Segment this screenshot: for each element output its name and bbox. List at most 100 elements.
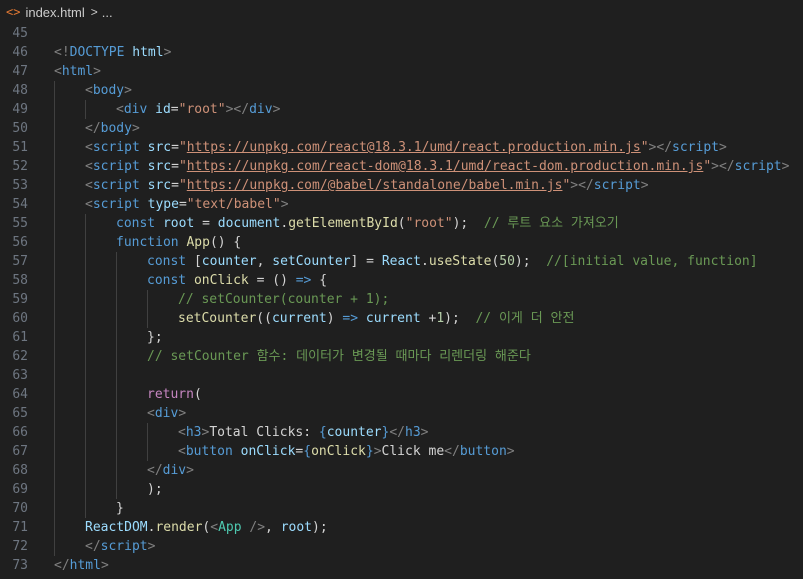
indent-guide: [85, 366, 86, 385]
indent-guide: [54, 290, 55, 309]
indent-guide: [54, 518, 55, 537]
line-number: 66: [12, 425, 28, 440]
indent-guide: [116, 366, 117, 385]
code-line[interactable]: 73 </html>: [0, 556, 803, 575]
code-text: const [counter, setCounter] = React.useS…: [147, 252, 758, 271]
line-number: 69: [12, 482, 28, 497]
code-token: </: [389, 425, 405, 440]
code-token: const: [116, 216, 156, 231]
line-number: 48: [12, 83, 28, 98]
code-line[interactable]: 48 <body>: [0, 81, 803, 100]
breadcrumb-ellipsis[interactable]: ...: [102, 5, 113, 20]
code-line[interactable]: 72 </script>: [0, 537, 803, 556]
indent-guide: [116, 271, 117, 290]
code-line[interactable]: 46 <!DOCTYPE html>: [0, 43, 803, 62]
code-token: type: [147, 197, 179, 212]
code-token[interactable]: https://unpkg.com/react@18.3.1/umd/react…: [187, 140, 641, 155]
code-line[interactable]: 68 </div>: [0, 461, 803, 480]
code-token: ></: [648, 140, 673, 155]
code-token: const: [147, 254, 187, 269]
code-token: function: [116, 235, 179, 250]
code-text: <div>: [147, 404, 186, 423]
code-token: ": [178, 140, 187, 155]
code-text: <!DOCTYPE html>: [54, 43, 171, 62]
code-token: <: [116, 102, 124, 117]
code-line[interactable]: 50 </body>: [0, 119, 803, 138]
indent-guide: [54, 119, 55, 138]
code-text: <body>: [85, 81, 132, 100]
code-token: {: [303, 444, 312, 459]
breadcrumb-file-name[interactable]: index.html: [25, 5, 84, 20]
code-line[interactable]: 60 setCounter((current) => current +1); /…: [0, 309, 803, 328]
code-line[interactable]: 70}: [0, 499, 803, 518]
line-number: 54: [12, 197, 28, 212]
code-text: <script src="https://unpkg.com/react-dom…: [85, 157, 789, 176]
code-token: >: [186, 463, 194, 478]
code-token: =: [194, 216, 218, 231]
code-token: Total Clicks:: [209, 425, 319, 440]
code-token: 1: [436, 311, 445, 326]
code-line[interactable]: 59 // setCounter(counter + 1);: [0, 290, 803, 309]
code-token: ></: [570, 178, 594, 193]
code-token: script: [92, 197, 140, 212]
code-line[interactable]: 71 ReactDOM.render(<App />, root);: [0, 518, 803, 537]
code-token: "text/babel": [186, 197, 281, 212]
code-token[interactable]: https://unpkg.com/@babel/standalone/babe…: [187, 178, 563, 193]
code-line[interactable]: 61};: [0, 328, 803, 347]
code-token: >: [131, 121, 140, 136]
line-number: 52: [12, 159, 28, 174]
indent-guide: [54, 499, 55, 518]
code-token: (: [397, 216, 406, 231]
code-line[interactable]: 51 <script src="https://unpkg.com/react@1…: [0, 138, 803, 157]
code-token: //[initial value, function]: [546, 254, 758, 269]
code-line[interactable]: 57 const [counter, setCounter] = React.us…: [0, 252, 803, 271]
line-number: 45: [12, 26, 28, 41]
code-text: <script type="text/babel">: [85, 195, 289, 214]
code-line[interactable]: 52 <script src="https://unpkg.com/react-d…: [0, 157, 803, 176]
code-token: >: [640, 178, 649, 193]
code-line[interactable]: 55 const root = document.getElementById("…: [0, 214, 803, 233]
code-token: root: [280, 520, 313, 535]
code-line[interactable]: 62 // setCounter 함수: 데이터가 변경될 때마다 리렌더링 해준…: [0, 347, 803, 366]
indent-guide: [54, 233, 55, 252]
code-line[interactable]: 56 function App() {: [0, 233, 803, 252]
code-line[interactable]: 54 <script type="text/babel">: [0, 195, 803, 214]
code-token: +: [420, 311, 437, 326]
code-line[interactable]: 64 return(: [0, 385, 803, 404]
code-text: const root = document.getElementById("ro…: [116, 214, 619, 233]
indent-guide: [85, 480, 86, 499]
code-line[interactable]: 45: [0, 24, 803, 43]
code-token: getElementById: [288, 216, 398, 231]
code-line[interactable]: 67 <button onClick={onClick}>Click me</bu…: [0, 442, 803, 461]
line-number: 70: [12, 501, 28, 516]
code-token: =: [171, 159, 179, 174]
code-line[interactable]: 58 const onClick = () => {: [0, 271, 803, 290]
indent-guide: [54, 366, 55, 385]
indent-guide: [54, 195, 55, 214]
code-line[interactable]: 66 <h3>Total Clicks: {counter}</h3>: [0, 423, 803, 442]
code-token: div: [154, 406, 179, 421]
code-token[interactable]: https://unpkg.com/react-dom@18.3.1/umd/r…: [187, 159, 704, 174]
code-token: button: [185, 444, 233, 459]
code-token: ] =: [350, 254, 382, 269]
code-editor[interactable]: 45 46 <!DOCTYPE html> 47 <html> 48 <body> 49 <di…: [0, 24, 803, 575]
indent-guide: [85, 290, 86, 309]
indent-guide: [54, 214, 55, 233]
code-token: ": [703, 159, 712, 174]
line-number: 65: [12, 406, 28, 421]
code-line[interactable]: 69);: [0, 480, 803, 499]
code-line[interactable]: 53 <script src="https://unpkg.com/@babel/…: [0, 176, 803, 195]
code-line[interactable]: 63: [0, 366, 803, 385]
code-token: // setCounter 함수: 데이터가 변경될 때마다 리렌더링 해준다: [147, 349, 531, 364]
code-token: ((: [256, 311, 272, 326]
code-line[interactable]: 65 <div>: [0, 404, 803, 423]
indent-guide: [85, 252, 86, 271]
indent-guide: [54, 328, 55, 347]
code-line[interactable]: 49 <div id="root"></div>: [0, 100, 803, 119]
code-token: >: [93, 64, 101, 79]
code-line[interactable]: 47 <html>: [0, 62, 803, 81]
